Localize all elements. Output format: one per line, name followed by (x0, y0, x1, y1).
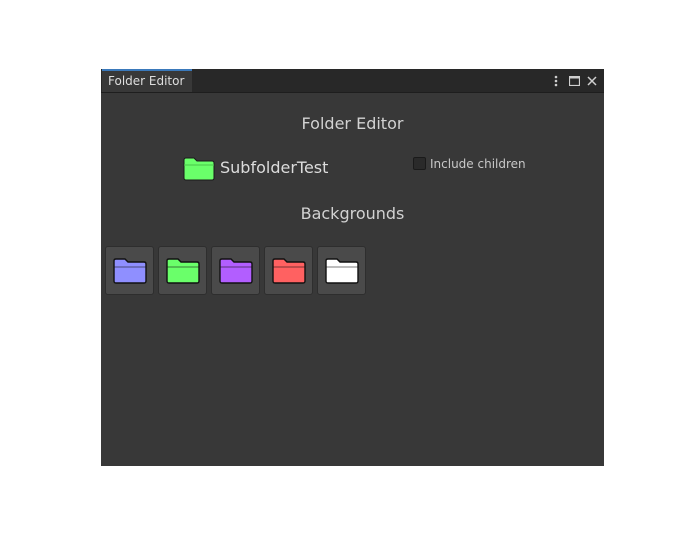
editor-title: Folder Editor (301, 114, 404, 133)
folder-red-icon (271, 257, 307, 285)
background-option-button[interactable] (317, 246, 366, 295)
folder-name: SubfolderTest (220, 158, 329, 177)
current-folder-icon (183, 157, 215, 181)
tab-folder-editor[interactable]: Folder Editor (102, 69, 192, 92)
window-controls (550, 73, 598, 89)
folder-purple-icon (218, 257, 254, 285)
background-option-button[interactable] (105, 246, 154, 295)
backgrounds-title: Backgrounds (300, 204, 405, 223)
tab-bar: Folder Editor (101, 69, 604, 93)
maximize-icon[interactable] (568, 74, 580, 88)
more-options-icon[interactable] (550, 74, 562, 88)
folder-blue-icon (112, 257, 148, 285)
include-children-label[interactable]: Include children (430, 156, 526, 172)
background-option-button[interactable] (211, 246, 260, 295)
background-option-button[interactable] (264, 246, 313, 295)
backgrounds-grid (105, 246, 366, 295)
background-option-button[interactable] (158, 246, 207, 295)
folder-editor-window: Folder Editor Folder Editor SubfolderTes… (101, 69, 604, 466)
close-icon[interactable] (586, 74, 598, 88)
folder-green-icon (165, 257, 201, 285)
folder-white-icon (324, 257, 360, 285)
include-children-checkbox[interactable] (413, 157, 426, 170)
